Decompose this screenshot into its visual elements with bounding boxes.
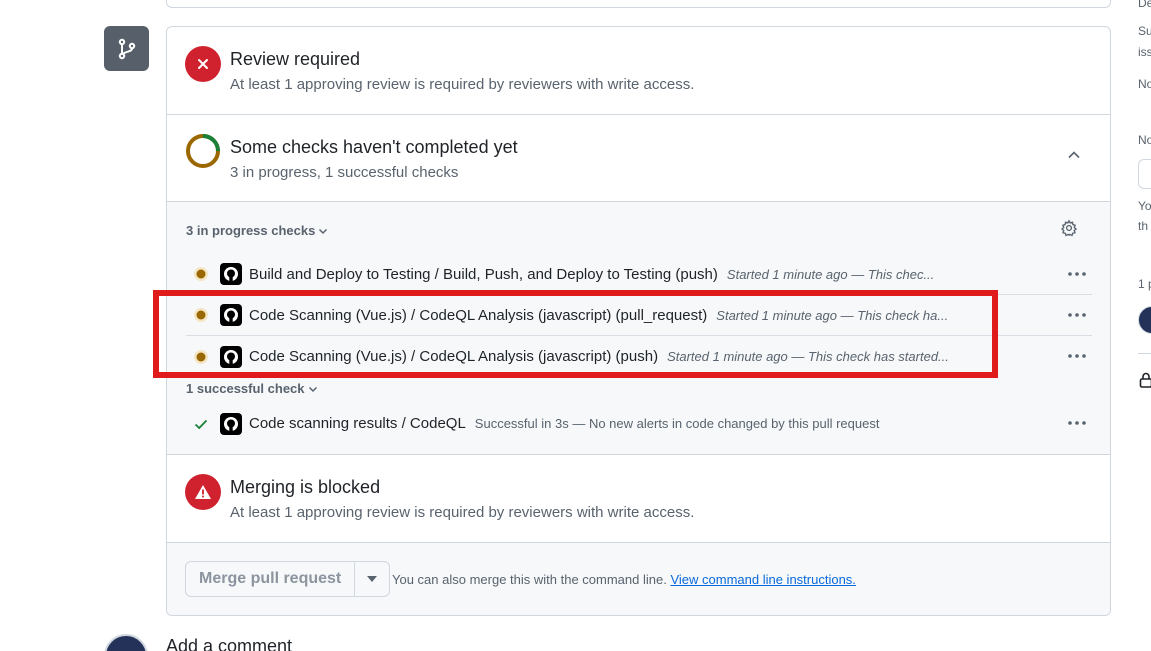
alert-icon [185, 474, 221, 510]
previous-timeline-card [166, 0, 1111, 8]
check-description: Started 1 minute ago — This chec... [726, 266, 935, 282]
check-icon [189, 412, 213, 436]
lock-icon[interactable] [1139, 372, 1151, 393]
kebab-horizontal-icon[interactable] [1066, 413, 1088, 433]
checks-summary-subtitle: 3 in progress, 1 successful checks [230, 164, 459, 181]
x-circle-icon [185, 46, 221, 82]
review-required-subtitle: At least 1 approving review is required … [230, 76, 695, 93]
sidebar-text: iss [1138, 45, 1151, 59]
merging-blocked-subtitle: At least 1 approving review is required … [230, 504, 695, 521]
review-required-section: Review required At least 1 approving rev… [167, 27, 1110, 115]
sidebar-text: No [1138, 77, 1151, 91]
merge-hint: You can also merge this with the command… [392, 572, 856, 587]
add-comment-title: Add a comment [166, 636, 293, 651]
checks-summary-title: Some checks haven't completed yet [230, 137, 518, 157]
check-description: Successful in 3s — No new alerts in code… [474, 416, 880, 431]
in-progress-group-label: 3 in progress checks [186, 223, 316, 238]
checks-progress-ring-icon [185, 133, 221, 169]
chevron-up-icon[interactable] [1064, 145, 1084, 165]
check-name[interactable]: Code scanning results / CodeQL [249, 415, 466, 432]
sidebar-text: th [1138, 219, 1149, 233]
right-sidebar: De Su iss No No Yo th 1 p [1130, 0, 1151, 651]
review-required-title: Review required [230, 49, 361, 69]
check-row[interactable]: Code Scanning (Vue.js) / CodeQL Analysis… [186, 295, 1092, 336]
gear-icon[interactable] [1060, 219, 1080, 239]
merge-pull-request-button[interactable]: Merge pull request [186, 562, 354, 596]
successful-group-label: 1 successful check [186, 381, 305, 396]
sidebar-text: No [1138, 133, 1151, 147]
checks-list: 3 in progress checks Build and Deploy to… [167, 202, 1110, 455]
github-logo-icon [219, 303, 243, 327]
github-logo-icon [219, 345, 243, 369]
successful-group-toggle[interactable]: 1 successful check [186, 381, 318, 396]
git-branch-icon [104, 26, 149, 71]
check-name[interactable]: Code Scanning (Vue.js) / CodeQL Analysis… [249, 307, 707, 324]
sidebar-select[interactable] [1138, 159, 1151, 189]
github-logo-icon [219, 412, 243, 436]
sidebar-text: 1 p [1138, 277, 1151, 291]
pending-dot-icon [189, 262, 213, 286]
divider [1138, 353, 1151, 354]
command-line-instructions-link[interactable]: View command line instructions. [670, 572, 855, 587]
chevron-down-icon [319, 228, 328, 234]
check-description: Started 1 minute ago — This check has st… [667, 349, 949, 364]
merge-button-group: Merge pull request [185, 561, 391, 597]
check-row[interactable]: Code scanning results / CodeQL Successfu… [186, 403, 1092, 444]
chevron-down-icon [308, 386, 317, 392]
github-logo-icon [219, 262, 243, 286]
merging-blocked-section: Merging is blocked At least 1 approving … [167, 455, 1110, 543]
avatar[interactable] [1138, 306, 1151, 334]
avatar [104, 634, 148, 651]
check-name[interactable]: Code Scanning (Vue.js) / CodeQL Analysis… [249, 348, 658, 365]
check-description: Started 1 minute ago — This check ha... [716, 307, 949, 323]
check-row[interactable]: Code Scanning (Vue.js) / CodeQL Analysis… [186, 336, 1092, 377]
merge-actions: Merge pull request You can also merge th… [167, 543, 1110, 615]
sidebar-text: Yo [1138, 199, 1151, 213]
check-name[interactable]: Build and Deploy to Testing / Build, Pus… [249, 266, 718, 283]
kebab-horizontal-icon[interactable] [1066, 346, 1088, 366]
in-progress-group-toggle[interactable]: 3 in progress checks [186, 223, 328, 238]
pending-dot-icon [189, 345, 213, 369]
check-row[interactable]: Build and Deploy to Testing / Build, Pus… [186, 254, 1092, 295]
merging-blocked-title: Merging is blocked [230, 477, 381, 497]
sidebar-text: Su [1138, 24, 1151, 38]
kebab-horizontal-icon[interactable] [1066, 305, 1088, 325]
sidebar-text: De [1138, 0, 1151, 10]
merge-box: Review required At least 1 approving rev… [166, 26, 1111, 616]
pending-dot-icon [189, 303, 213, 327]
triangle-down-icon[interactable] [354, 562, 389, 596]
merge-hint-text: You can also merge this with the command… [392, 572, 667, 587]
checks-summary-section: Some checks haven't completed yet 3 in p… [167, 115, 1110, 202]
kebab-horizontal-icon[interactable] [1066, 264, 1088, 284]
